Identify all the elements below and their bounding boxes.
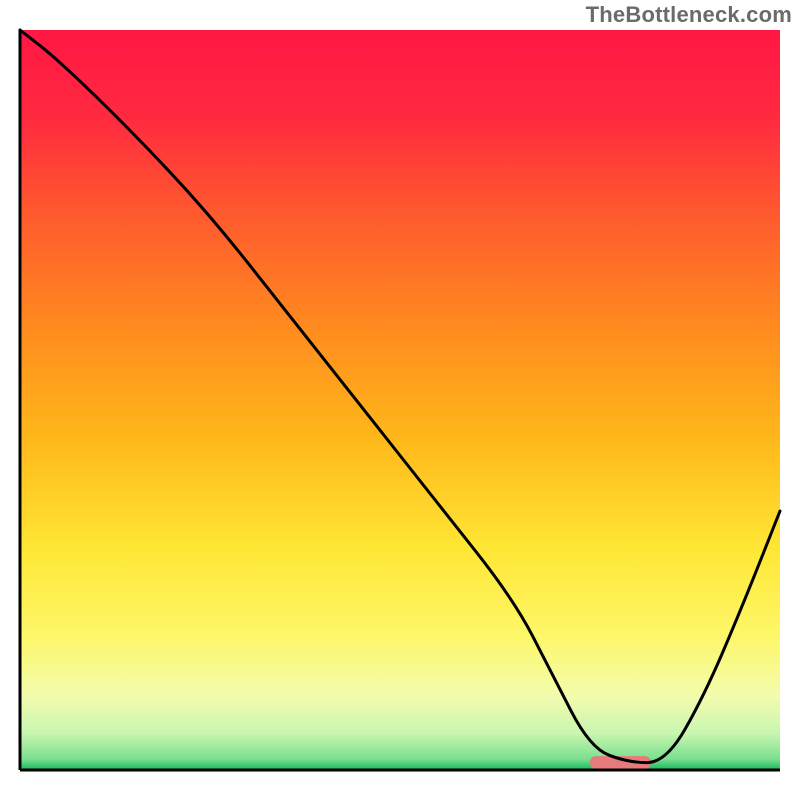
watermark-text: TheBottleneck.com xyxy=(586,2,792,28)
bottleneck-chart xyxy=(0,0,800,800)
chart-svg xyxy=(0,0,800,800)
plot-background xyxy=(20,30,780,770)
